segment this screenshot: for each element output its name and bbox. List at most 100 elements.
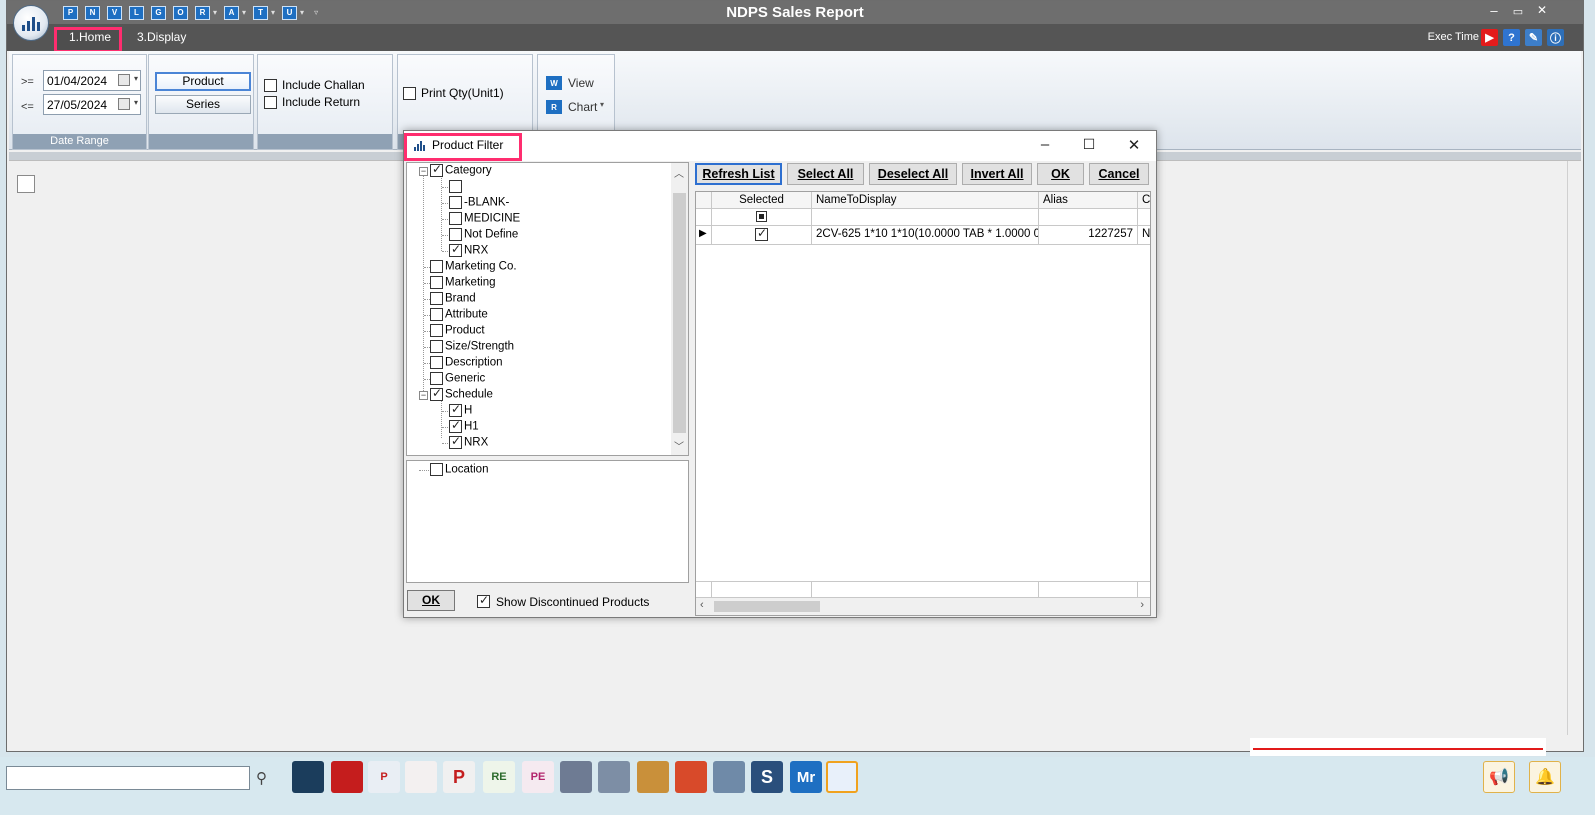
taskbar-app-red-book-icon[interactable]: [331, 761, 363, 793]
product-checkbox[interactable]: [430, 324, 443, 337]
grid-horizontal-scrollbar[interactable]: ‹ ›: [696, 598, 1150, 615]
taskbar-app-p-icon[interactable]: P: [443, 761, 475, 793]
taskbar-app-print-icon[interactable]: P: [368, 761, 400, 793]
filter-row-selected[interactable]: [712, 209, 812, 226]
tree-node-blank[interactable]: -BLANK-: [449, 196, 509, 209]
column-header-alias[interactable]: Alias: [1039, 192, 1138, 209]
schedule-item-checkbox[interactable]: [449, 402, 462, 417]
collapse-icon[interactable]: −: [419, 167, 428, 176]
schedule-item-checkbox[interactable]: [449, 434, 462, 449]
scroll-down-icon[interactable]: ﹀: [674, 438, 684, 453]
filter-row-alias[interactable]: [1039, 209, 1138, 226]
scroll-up-icon[interactable]: ︿: [674, 165, 684, 180]
dialog-close-button[interactable]: ✕: [1123, 136, 1145, 154]
chart-button[interactable]: Chart: [568, 100, 597, 114]
row-selected-checkbox[interactable]: [755, 226, 768, 241]
refresh-list-button[interactable]: Refresh List: [695, 163, 782, 185]
content-scrollbar[interactable]: [1567, 161, 1581, 735]
dialog-minimize-button[interactable]: –: [1034, 136, 1056, 153]
collapse-icon[interactable]: −: [419, 391, 428, 400]
column-header-selected[interactable]: Selected: [712, 192, 812, 209]
taskbar-app-calculator-icon[interactable]: [598, 761, 630, 793]
scroll-thumb[interactable]: [714, 601, 820, 612]
category-item-checkbox[interactable]: [449, 212, 462, 225]
taskbar-app-shapes-icon[interactable]: [675, 761, 707, 793]
tree-node-marketing-co[interactable]: Marketing Co.: [430, 260, 517, 273]
taskbar-search-input[interactable]: [6, 766, 250, 790]
print-qty-checkbox[interactable]: [403, 87, 416, 100]
category-item-checkbox[interactable]: [449, 196, 462, 209]
grid-corner-cell[interactable]: [17, 175, 35, 193]
chevron-down-icon[interactable]: ▾: [600, 100, 604, 109]
dialog-maximize-button[interactable]: ☐: [1078, 136, 1100, 153]
product-button[interactable]: Product: [155, 72, 251, 91]
size-strength-checkbox[interactable]: [430, 340, 443, 353]
table-row-c[interactable]: N: [1138, 226, 1150, 245]
taskbar-app-person-icon[interactable]: [560, 761, 592, 793]
column-header-c[interactable]: C: [1138, 192, 1150, 209]
scroll-left-icon[interactable]: ‹: [700, 599, 704, 611]
include-return-checkbox[interactable]: [264, 96, 277, 109]
tree-node-marketing[interactable]: Marketing: [430, 276, 496, 289]
taskbar-app-pe-icon[interactable]: PE: [522, 761, 554, 793]
taskbar-app-money-icon[interactable]: [637, 761, 669, 793]
deselect-all-button[interactable]: Deselect All: [869, 163, 957, 185]
filter-ok-button[interactable]: OK: [407, 590, 455, 611]
tree-node-category-nrx[interactable]: NRX: [449, 242, 488, 257]
view-button[interactable]: View: [568, 76, 594, 90]
include-challan-checkbox[interactable]: [264, 79, 277, 92]
tree-node-location[interactable]: Location: [430, 463, 488, 476]
description-checkbox[interactable]: [430, 356, 443, 369]
cancel-button[interactable]: Cancel: [1089, 163, 1149, 185]
schedule-item-checkbox[interactable]: [449, 418, 462, 433]
tree-node-size-strength[interactable]: Size/Strength: [430, 340, 514, 353]
show-discontinued-checkbox[interactable]: [477, 593, 490, 608]
search-icon[interactable]: ⚲: [256, 769, 267, 787]
maximize-button[interactable]: ▭: [1507, 5, 1529, 18]
series-button[interactable]: Series: [155, 95, 251, 114]
tree-node-schedule-h1[interactable]: H1: [449, 418, 479, 433]
tree-node-brand[interactable]: Brand: [430, 292, 476, 305]
table-row-name[interactable]: 2CV-625 1*10 1*10(10.0000 TAB * 1.0000 0…: [812, 226, 1039, 245]
announcement-icon[interactable]: 📢: [1483, 761, 1515, 793]
tree-node-not-define[interactable]: Not Define: [449, 228, 518, 241]
info-icon[interactable]: ⓘ: [1547, 29, 1564, 46]
tree-node-schedule[interactable]: Schedule: [430, 386, 493, 401]
tree-node-category[interactable]: Category: [430, 163, 492, 177]
marketing-co-checkbox[interactable]: [430, 260, 443, 273]
taskbar-app-documents-icon[interactable]: [826, 761, 858, 793]
grid-ok-button[interactable]: OK: [1037, 163, 1084, 185]
from-date-field[interactable]: 01/04/2024 ▾: [43, 70, 141, 91]
filter-row-name[interactable]: [812, 209, 1039, 226]
app-logo-icon[interactable]: [13, 5, 49, 41]
generic-checkbox[interactable]: [430, 372, 443, 385]
tab-home-label[interactable]: 1.Home: [69, 30, 111, 44]
calendar-icon[interactable]: [118, 98, 130, 110]
tree-node-product[interactable]: Product: [430, 324, 485, 337]
tree-node-empty[interactable]: [449, 180, 464, 193]
taskbar-app-re-icon[interactable]: RE: [483, 761, 515, 793]
invert-all-button[interactable]: Invert All: [962, 163, 1032, 185]
table-row-selected-cell[interactable]: [712, 226, 812, 245]
marketing-checkbox[interactable]: [430, 276, 443, 289]
to-date-field[interactable]: 27/05/2024 ▾: [43, 94, 141, 115]
select-all-button[interactable]: Select All: [787, 163, 864, 185]
filter-checkbox[interactable]: [756, 211, 767, 222]
filter-row-c[interactable]: [1138, 209, 1150, 226]
tree-node-medicine[interactable]: MEDICINE: [449, 212, 520, 225]
view-icon[interactable]: W: [546, 76, 562, 90]
notification-bell-icon[interactable]: 🔔: [1529, 761, 1561, 793]
chevron-down-icon[interactable]: ▾: [134, 74, 138, 83]
help-icon[interactable]: ?: [1503, 29, 1520, 46]
notes-icon[interactable]: ✎: [1525, 29, 1542, 46]
youtube-icon[interactable]: ▶: [1481, 29, 1498, 46]
category-checkbox[interactable]: [430, 163, 443, 177]
schedule-checkbox[interactable]: [430, 386, 443, 401]
tree-scrollbar[interactable]: ︿ ﹀: [671, 163, 688, 455]
calendar-icon[interactable]: [118, 74, 130, 86]
chart-icon[interactable]: R: [546, 100, 562, 114]
attribute-checkbox[interactable]: [430, 308, 443, 321]
category-item-checkbox[interactable]: [449, 180, 462, 193]
chevron-down-icon[interactable]: ▾: [134, 98, 138, 107]
taskbar-app-s-icon[interactable]: S: [751, 761, 783, 793]
